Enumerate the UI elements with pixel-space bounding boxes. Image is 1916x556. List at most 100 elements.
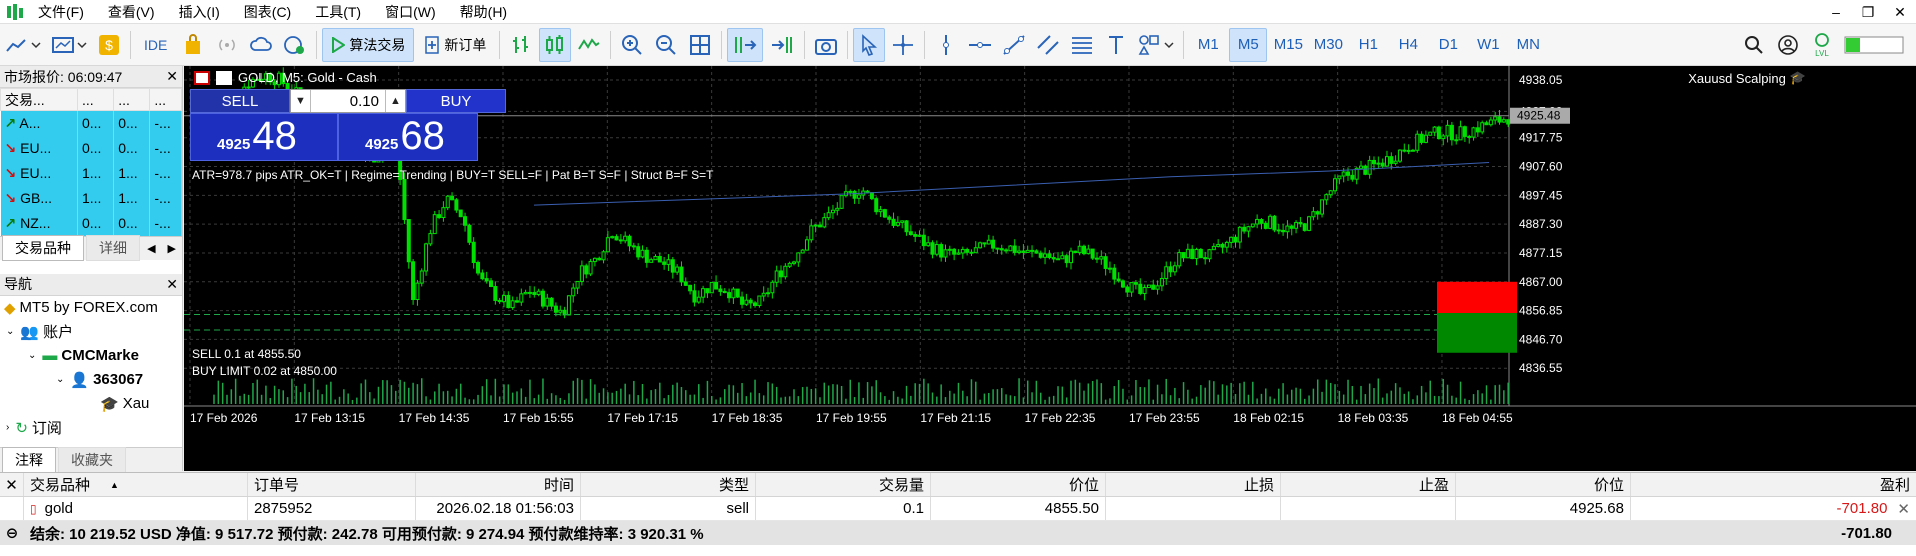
tree-item-accounts[interactable]: ⌄ 👥 账户 (0, 320, 182, 344)
table-row[interactable]: ▯ gold 2875952 2026.02.18 01:56:03 sell 0… (0, 497, 1916, 521)
tab-symbols[interactable]: 交易品种 (2, 235, 84, 261)
chart-bars-icon[interactable] (216, 70, 232, 85)
menu-view[interactable]: 查看(V) (96, 0, 167, 24)
collapse-icon[interactable]: ⊖ (0, 521, 24, 545)
auto-scroll-icon[interactable] (727, 27, 764, 62)
ask-price-display[interactable]: 4925 68 (338, 113, 478, 161)
timeframe-h4[interactable]: H4 (1389, 28, 1427, 62)
table-row[interactable]: ↗ NZ... 0... 0... -... (0, 210, 182, 236)
column-header[interactable]: ... (76, 88, 115, 111)
shapes-icon[interactable] (1134, 28, 1178, 62)
table-row[interactable]: ↗ A... 0... 0... -... (0, 110, 182, 136)
timeframe-w1[interactable]: W1 (1469, 28, 1507, 62)
account-icon[interactable] (1772, 28, 1804, 62)
timeframe-m5[interactable]: M5 (1229, 27, 1268, 62)
column-symbol[interactable]: 交易品种 ▲ (24, 473, 248, 496)
tree-item-subscriptions[interactable]: › ↻ 订阅 (0, 416, 182, 440)
column-current-price[interactable]: 价位 (1456, 473, 1631, 496)
volume-increase-icon[interactable]: ▲ (385, 90, 405, 112)
table-row[interactable]: ↘ GB... 1... 1... -... (0, 185, 182, 211)
volume-value[interactable]: 0.10 (311, 93, 385, 110)
search-icon[interactable] (1738, 28, 1770, 62)
ide-button[interactable]: IDE (136, 28, 175, 62)
timeframe-m30[interactable]: M30 (1309, 28, 1347, 62)
trend-line-icon[interactable] (998, 28, 1030, 62)
tree-item-expert[interactable]: 🎓 Xau (0, 392, 182, 416)
tab-comments[interactable]: 注释 (2, 446, 56, 473)
tree-item-account[interactable]: ⌄ 👤 363067 (0, 368, 182, 392)
line-chart-icon[interactable] (573, 28, 605, 62)
grid-icon[interactable] (684, 28, 716, 62)
sl-cell[interactable] (1106, 497, 1281, 520)
column-header[interactable]: ... (149, 88, 182, 111)
tab-scroll-left-icon[interactable]: ◀ (141, 242, 161, 255)
signals-icon[interactable]: $ (93, 28, 125, 62)
bar-chart-icon[interactable] (505, 28, 537, 62)
screenshot-icon[interactable] (810, 28, 842, 62)
timeframe-m15[interactable]: M15 (1269, 28, 1307, 62)
chart-type-icon[interactable] (1, 28, 45, 62)
timeframe-h1[interactable]: H1 (1349, 28, 1387, 62)
close-button[interactable]: ✕ (1884, 0, 1916, 24)
column-tp[interactable]: 止盈 (1281, 473, 1456, 496)
cursor-icon[interactable] (853, 27, 886, 62)
expert-advisor-label[interactable]: Xauusd Scalping 🎓 (1688, 70, 1806, 86)
chart-list-icon[interactable] (194, 70, 210, 85)
buy-button[interactable]: BUY (406, 89, 506, 113)
restore-button[interactable]: ❐ (1852, 0, 1884, 24)
table-row[interactable]: ↘ EU... 0... 0... -... (0, 135, 182, 161)
sell-button[interactable]: SELL (190, 89, 290, 113)
column-type[interactable]: 类型 (581, 473, 756, 496)
tab-favorites[interactable]: 收藏夹 (58, 446, 126, 473)
tp-cell[interactable] (1281, 497, 1456, 520)
close-icon[interactable]: ✕ (0, 473, 24, 496)
menu-insert[interactable]: 插入(I) (167, 0, 232, 24)
signal-broadcast-icon[interactable] (211, 28, 243, 62)
menu-help[interactable]: 帮助(H) (448, 0, 519, 24)
vps-icon[interactable] (279, 28, 311, 62)
column-profit[interactable]: 盈利 (1631, 473, 1916, 496)
chart-shift-icon[interactable] (765, 28, 799, 62)
column-header[interactable]: ... (113, 88, 151, 111)
column-volume[interactable]: 交易量 (756, 473, 931, 496)
column-header[interactable]: 交易... (0, 88, 78, 111)
timeframe-mn[interactable]: MN (1509, 28, 1547, 62)
crosshair-icon[interactable] (887, 28, 919, 62)
channel-icon[interactable] (1032, 28, 1064, 62)
zoom-out-icon[interactable] (650, 28, 682, 62)
zoom-in-icon[interactable] (616, 28, 648, 62)
column-ticket[interactable]: 订单号 (248, 473, 416, 496)
text-tool-icon[interactable] (1100, 28, 1132, 62)
minimize-button[interactable]: – (1820, 0, 1852, 24)
close-icon[interactable]: ✕ (166, 276, 178, 293)
table-row[interactable]: ↘ EU... 1... 1... -... (0, 160, 182, 186)
vertical-line-icon[interactable] (930, 28, 962, 62)
close-icon[interactable]: ✕ (166, 68, 178, 85)
volume-dropdown-icon[interactable]: ▼ (291, 90, 311, 112)
fibonacci-icon[interactable] (1066, 28, 1098, 62)
column-time[interactable]: 时间 (416, 473, 581, 496)
level-icon[interactable]: LVL (1806, 28, 1838, 62)
candlestick-icon[interactable] (539, 27, 572, 62)
close-position-icon[interactable]: ✕ (1897, 500, 1910, 518)
menu-tools[interactable]: 工具(T) (303, 0, 373, 24)
cloud-icon[interactable] (245, 28, 277, 62)
new-order-button[interactable]: 新订单 (416, 28, 494, 62)
market-bag-icon[interactable] (177, 28, 209, 62)
tree-item-broker[interactable]: ◆ MT5 by FOREX.com (0, 296, 182, 320)
price-chart[interactable]: 17 Feb 2026 17 Feb 13:15 17 Feb 14:35 17 Fe… (184, 66, 1916, 471)
bid-price-display[interactable]: 4925 48 (190, 113, 338, 161)
timeframe-m1[interactable]: M1 (1189, 28, 1227, 62)
menu-chart[interactable]: 图表(C) (232, 0, 303, 24)
timeframe-d1[interactable]: D1 (1429, 28, 1467, 62)
tab-details[interactable]: 详细 (86, 235, 140, 261)
tab-scroll-right-icon[interactable]: ▶ (162, 242, 182, 255)
menu-window[interactable]: 窗口(W) (373, 0, 448, 24)
column-sl[interactable]: 止损 (1106, 473, 1281, 496)
tree-item-server[interactable]: ⌄ ▬ CMCMarke (0, 344, 182, 368)
volume-input[interactable]: ▼ 0.10 ▲ (290, 89, 406, 113)
horizontal-line-icon[interactable] (964, 28, 996, 62)
menu-file[interactable]: 文件(F) (26, 0, 96, 24)
algo-trading-button[interactable]: 算法交易 (322, 27, 415, 62)
column-price[interactable]: 价位 (931, 473, 1106, 496)
